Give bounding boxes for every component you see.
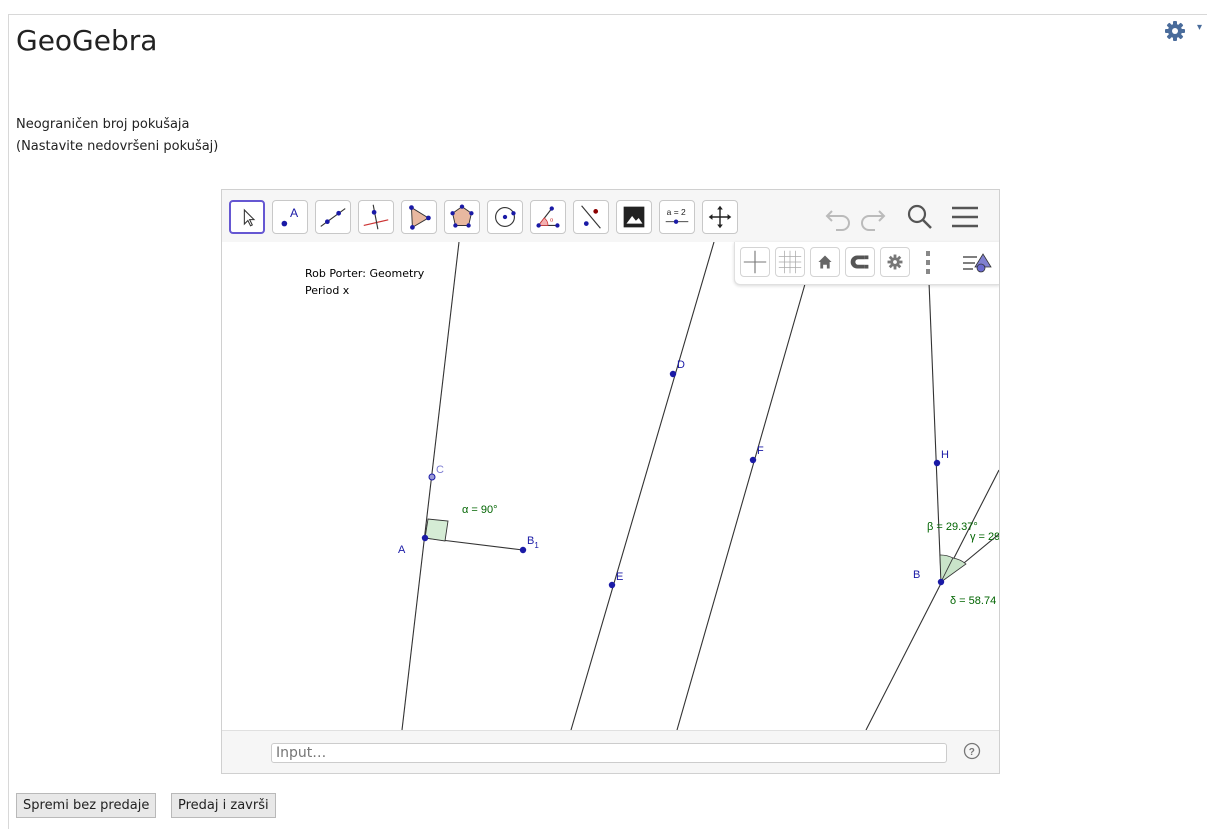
page-title: GeoGebra [16, 24, 158, 57]
svg-text:?: ? [969, 747, 975, 758]
angle-tool-icon[interactable]: α [530, 200, 566, 234]
line-through-d-e[interactable] [570, 242, 715, 730]
caption-line-1: Rob Porter: Geometry [305, 267, 425, 280]
graphics-view[interactable]: A B1 C D E F H B α = 90° β = 29.37° γ = … [222, 242, 999, 730]
label-b1: B1 [527, 535, 539, 550]
image-tool-icon[interactable] [616, 200, 652, 234]
geogebra-applet: A α a = 2 A B1 C D E F H B α = 90° β = 2… [221, 189, 1000, 774]
polygon-tool-icon[interactable] [401, 200, 437, 234]
regular-polygon-tool-icon[interactable] [444, 200, 480, 234]
label-h: H [941, 449, 949, 461]
svg-text:α: α [550, 218, 554, 224]
submit-and-finish-button[interactable]: Predaj i završi [171, 793, 276, 818]
point-capturing-icon[interactable] [845, 247, 875, 277]
point-c[interactable] [428, 473, 436, 481]
line-tool-icon[interactable] [315, 200, 351, 234]
caption-line-2: Period x [305, 284, 350, 297]
svg-text:A: A [290, 206, 299, 220]
point-b[interactable] [937, 578, 945, 586]
home-icon[interactable] [810, 247, 840, 277]
attempt-info: Neograničen broj pokušaja (Nastavite ned… [16, 114, 218, 158]
slider-tool-icon[interactable]: a = 2 [659, 200, 695, 234]
label-c: C [436, 464, 444, 476]
point-h[interactable] [933, 459, 941, 467]
right-angle-marker [424, 518, 449, 542]
graphics-style-bar [734, 242, 999, 285]
grid-icon[interactable] [775, 247, 805, 277]
label-a: A [398, 544, 406, 556]
line-through-h-b[interactable] [928, 281, 942, 583]
point-f[interactable] [749, 456, 757, 464]
label-f: F [757, 445, 764, 457]
algebra-toggle-icon[interactable] [961, 249, 995, 277]
perpendicular-line-tool-icon[interactable] [358, 200, 394, 234]
label-e: E [616, 571, 623, 583]
gear-icon[interactable] [1164, 20, 1186, 42]
point-d[interactable] [669, 370, 677, 378]
angle-alpha-label: α = 90° [462, 504, 498, 516]
attempts-limit-text: Neograničen broj pokušaja [16, 117, 190, 132]
label-d: D [677, 359, 685, 371]
reflect-tool-icon[interactable] [573, 200, 609, 234]
axes-icon[interactable] [740, 247, 770, 277]
angle-gamma-label: γ = 29 [970, 531, 999, 543]
input-bar: ? [222, 730, 999, 773]
save-without-submit-button[interactable]: Spremi bez predaje [16, 793, 157, 818]
help-icon[interactable]: ? [963, 742, 981, 760]
line-through-a-c[interactable] [401, 242, 460, 730]
input-field[interactable] [271, 743, 947, 763]
point-tool-icon[interactable]: A [272, 200, 308, 234]
continue-attempt-text: (Nastavite nedovršeni pokušaj) [16, 139, 219, 154]
redo-icon[interactable] [857, 202, 889, 232]
menu-icon[interactable] [949, 202, 981, 232]
angle-delta-label: δ = 58.74 [950, 595, 996, 607]
more-icon[interactable] [921, 249, 935, 277]
applet-toolbar: A α a = 2 [222, 190, 999, 242]
svg-text:a = 2: a = 2 [667, 207, 686, 217]
search-icon[interactable] [904, 202, 936, 232]
line-through-f[interactable] [676, 283, 806, 730]
geometry-canvas[interactable]: A B1 C D E F H B α = 90° β = 29.37° γ = … [222, 242, 999, 730]
move-graphics-view-icon[interactable] [702, 200, 738, 234]
move-tool-icon[interactable] [229, 200, 265, 234]
point-b1[interactable] [519, 546, 527, 554]
settings-icon[interactable] [880, 247, 910, 277]
point-a[interactable] [421, 534, 429, 542]
undo-icon[interactable] [822, 202, 854, 232]
point-e[interactable] [608, 581, 616, 589]
circle-tool-icon[interactable] [487, 200, 523, 234]
chevron-down-icon[interactable]: ▾ [1197, 22, 1202, 33]
label-b: B [913, 569, 920, 581]
